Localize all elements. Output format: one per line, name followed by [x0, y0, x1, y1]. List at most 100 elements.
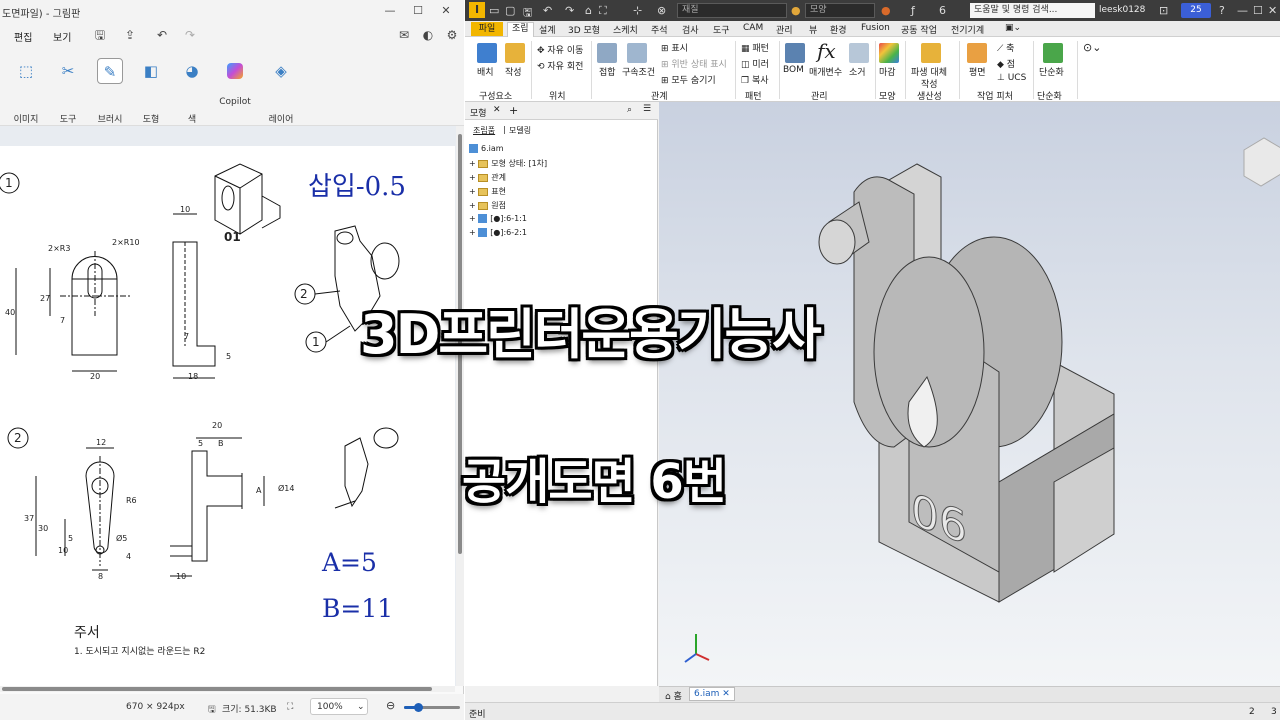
group-pattern[interactable]: 패턴	[745, 89, 762, 102]
new-file-icon[interactable]: ▭	[489, 4, 499, 17]
camera-icon[interactable]: ▣⌄	[1005, 23, 1021, 33]
view-cube[interactable]	[1243, 137, 1280, 187]
drawing-canvas[interactable]: 삽입-0.5 A=5 B=11 주서 1. 도시되고 지시없는 라운드는 R2 …	[0, 146, 455, 686]
constrain-icon[interactable]	[627, 43, 647, 63]
horizontal-scrollbar[interactable]	[0, 686, 455, 692]
tree-item[interactable]: + 관계	[469, 172, 506, 183]
fit-icon[interactable]: ⛶	[287, 702, 293, 712]
tab-environments[interactable]: 환경	[830, 23, 847, 36]
copy-button[interactable]: ❐ 복사	[741, 73, 769, 86]
tool-brush[interactable]: ✎ 브러시	[90, 58, 130, 125]
menu-icon[interactable]: ☰	[643, 104, 651, 114]
group-manage[interactable]: 관리	[811, 89, 828, 102]
mirror-button[interactable]: ◫ 미러	[741, 57, 769, 70]
group-simplify[interactable]: 단순화	[1037, 89, 1062, 102]
tab-fusion[interactable]: Fusion	[861, 23, 890, 33]
help-icon[interactable]: ?	[1219, 4, 1225, 17]
tree-item[interactable]: + 표현	[469, 186, 506, 197]
tree-item[interactable]: + 모형 상태: [1차]	[469, 158, 547, 169]
tool-tools[interactable]: ✂ 도구	[48, 58, 88, 125]
minimize-icon[interactable]: —	[382, 3, 398, 19]
home-icon[interactable]: ⌂	[585, 4, 592, 17]
tab-cam[interactable]: CAM	[743, 23, 763, 33]
tool-image[interactable]: ⬚ 이미지	[6, 58, 46, 125]
scroll-thumb-h[interactable]	[2, 687, 432, 691]
close-icon[interactable]: ✕	[493, 105, 501, 115]
minimize-icon[interactable]: —	[1237, 4, 1248, 17]
tab-assemble[interactable]: 조립	[507, 22, 534, 37]
create-icon[interactable]	[505, 43, 525, 63]
place-button[interactable]: 배치	[477, 65, 494, 78]
simplify-button[interactable]: 단순화	[1039, 65, 1064, 78]
comment-icon[interactable]: ✉	[396, 27, 412, 43]
menu-view[interactable]: 보기	[53, 29, 71, 44]
share-icon[interactable]: ⇪	[122, 27, 138, 43]
maximize-icon[interactable]: ☐	[1253, 4, 1263, 17]
open-icon[interactable]: ▢	[505, 4, 515, 17]
reset-icon[interactable]: ⊗	[657, 4, 666, 17]
tree-item[interactable]: + [●]:6-1:1	[469, 214, 527, 223]
group-position[interactable]: 위치	[549, 89, 566, 102]
tab-3d-model[interactable]: 3D 모형	[568, 23, 600, 36]
tab-inspect[interactable]: 검사	[682, 23, 699, 36]
help-search-input[interactable]: 도움말 및 명령 검색...	[970, 3, 1095, 18]
tab-annotate[interactable]: 주석	[651, 23, 668, 36]
free-rotate-button[interactable]: ⟲ 자유 회전	[537, 59, 583, 72]
group-relationships[interactable]: 관계	[651, 89, 668, 102]
group-productivity[interactable]: 생산성	[917, 89, 942, 102]
show-sick-button[interactable]: ⊞ 위반 상태 표시	[661, 57, 727, 70]
redo-icon[interactable]: ↷	[565, 4, 574, 17]
doc-tab-active[interactable]: 6.iam ✕	[689, 687, 735, 701]
zoom-slider-knob[interactable]	[414, 703, 423, 712]
tree-root[interactable]: 6.iam	[469, 144, 504, 153]
tab-assembly[interactable]: 조립품	[473, 125, 495, 136]
create-button[interactable]: 작성	[505, 65, 522, 78]
fx-icon[interactable]: fx	[817, 39, 836, 63]
ucs-button[interactable]: ⊥ UCS	[997, 73, 1026, 83]
tree-item[interactable]: + 원점	[469, 200, 506, 211]
group-appearance[interactable]: 모양	[879, 89, 896, 102]
tool-shapes[interactable]: ◧ 도형	[131, 58, 171, 125]
plane-button[interactable]: 평면	[969, 65, 986, 78]
join-icon[interactable]	[597, 43, 617, 63]
eliminate-icon[interactable]	[849, 43, 869, 63]
undo-icon[interactable]: ↶	[543, 4, 552, 17]
finish-icon[interactable]	[879, 43, 899, 63]
undo-icon[interactable]: ↶	[154, 27, 170, 43]
tab-tools[interactable]: 도구	[713, 23, 730, 36]
tab-design[interactable]: 설계	[539, 23, 556, 36]
group-work-features[interactable]: 작업 피처	[977, 89, 1013, 102]
derive-replace-icon[interactable]	[921, 43, 941, 63]
tab-manage[interactable]: 관리	[776, 23, 793, 36]
add-icon[interactable]: +	[509, 104, 518, 117]
bom-button[interactable]: BOM	[783, 65, 804, 75]
pattern-button[interactable]: ▦ 패턴	[741, 41, 769, 54]
tab-collaborate[interactable]: 공동 작업	[901, 23, 937, 36]
redo-icon[interactable]: ↷	[182, 27, 198, 43]
fullscreen-icon[interactable]: ⛶	[599, 4, 607, 18]
bom-icon[interactable]	[785, 43, 805, 63]
account-icon[interactable]: ◐	[420, 27, 436, 43]
constrain-button[interactable]: 구속조건	[622, 65, 655, 78]
clock-badge[interactable]: 25	[1181, 3, 1211, 18]
place-icon[interactable]	[477, 43, 497, 63]
tab-sketch[interactable]: 스케치	[613, 23, 638, 36]
tool-color[interactable]: ◕ 색	[172, 58, 212, 125]
axis-button[interactable]: ⟋ 축	[997, 41, 1014, 54]
select-icon[interactable]: ⊹	[633, 4, 642, 17]
settings-gear-icon[interactable]: ⚙	[444, 27, 460, 43]
fx-icon[interactable]: ƒ	[911, 4, 915, 17]
menu-edit[interactable]: 편집	[14, 29, 32, 44]
point-button[interactable]: ◆ 점	[997, 57, 1015, 70]
vertical-scrollbar[interactable]	[456, 126, 464, 686]
tab-electromechanical[interactable]: 전기기계	[951, 23, 984, 36]
free-move-button[interactable]: ✥ 자유 이동	[537, 43, 583, 56]
tab-view[interactable]: 뷰	[809, 23, 817, 36]
hide-all-button[interactable]: ⊞ 모두 숨기기	[661, 73, 716, 86]
show-button[interactable]: ⊞ 표시	[661, 41, 688, 54]
simplify-icon[interactable]	[1043, 43, 1063, 63]
material-select[interactable]: 재질	[677, 3, 787, 18]
zoom-select[interactable]: 100% ⌄	[310, 698, 368, 715]
eliminate-button[interactable]: 소거	[849, 65, 866, 78]
maximize-icon[interactable]: ☐	[410, 3, 426, 19]
